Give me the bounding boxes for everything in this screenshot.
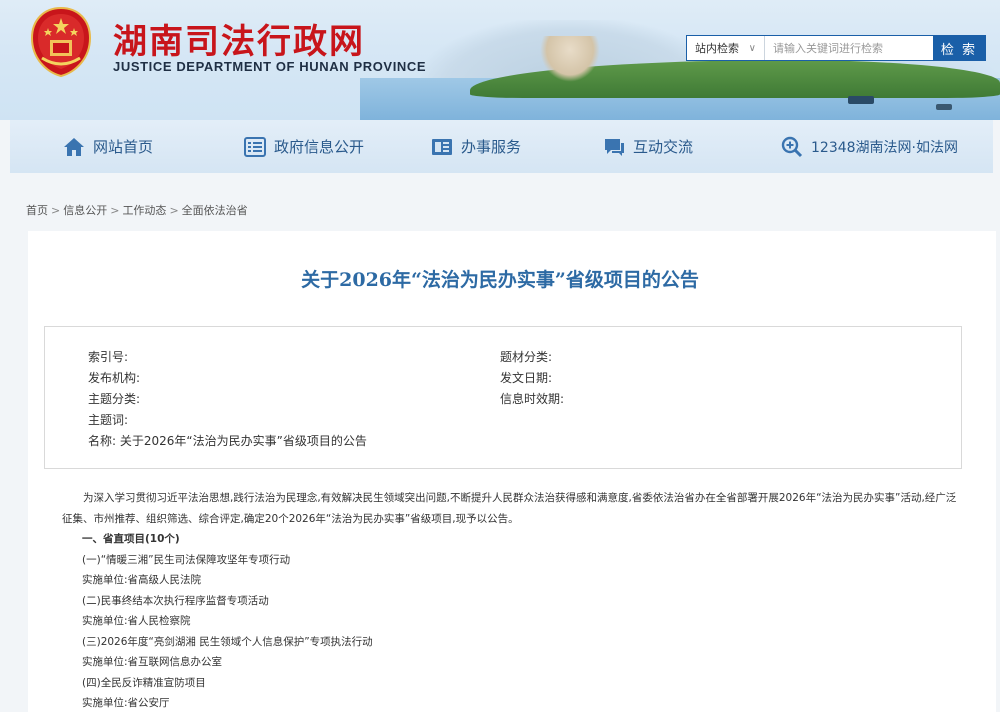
breadcrumb-work-news[interactable]: 工作动态: [122, 204, 166, 217]
breadcrumb-separator: >: [169, 204, 179, 217]
article-body: 为深入学习贯彻习近平法治思想,践行法治为民理念,有效解决民生领域突出问题,不断提…: [62, 488, 962, 712]
main-nav: 网站首页 政府信息公开 办事服务 互动交流 12348湖南法网·如法网: [10, 120, 993, 173]
search-scope-label: 站内检索: [695, 42, 739, 55]
site-subtitle: JUSTICE DEPARTMENT OF HUNAN PROVINCE: [113, 59, 427, 74]
banner-ship: [848, 96, 874, 104]
search-button[interactable]: 检 索: [933, 36, 985, 60]
nav-item-services[interactable]: 办事服务: [402, 120, 550, 173]
list-icon: [243, 136, 266, 157]
meta-validity: 信息时效期:: [500, 392, 565, 406]
breadcrumb-rule-of-law[interactable]: 全面依法治省: [182, 204, 248, 217]
book-icon: [431, 138, 452, 155]
breadcrumb-separator: >: [51, 204, 61, 217]
breadcrumb: 首页 > 信息公开 > 工作动态 > 全面依法治省: [26, 202, 248, 218]
nav-item-gov-info[interactable]: 政府信息公开: [206, 120, 402, 173]
breadcrumb-separator: >: [110, 204, 120, 217]
nav-item-label: 办事服务: [460, 138, 521, 156]
banner-ship: [936, 104, 952, 110]
nav-item-home[interactable]: 网站首页: [10, 120, 206, 173]
implementing-unit: 实施单位:省公安厅: [82, 697, 170, 709]
project-item: (一)“情暖三湘”民生司法保障攻坚年专项行动: [82, 553, 291, 566]
implementing-unit: 实施单位:省高级人民法院: [82, 574, 202, 586]
justice-emblem-logo[interactable]: [28, 6, 94, 78]
meta-keywords: 主题词:: [88, 413, 129, 427]
meta-topic-class: 主题分类:: [88, 392, 141, 406]
home-icon: [63, 137, 84, 156]
banner-statue: [540, 36, 600, 82]
project-item: (三)2026年度“亮剑湖湘 民生领域个人信息保护”专项执法行动: [82, 635, 373, 648]
nav-item-label: 互动交流: [632, 138, 693, 156]
chat-icon: [604, 138, 624, 156]
implementing-unit: 实施单位:省互联网信息办公室: [82, 656, 223, 668]
article-intro: 为深入学习贯彻习近平法治思想,践行法治为民理念,有效解决民生领域突出问题,不断提…: [62, 492, 957, 525]
meta-name-value: 关于2026年“法治为民办实事”省级项目的公告: [119, 434, 367, 448]
article-title: 关于2026年“法治为民办实事”省级项目的公告: [301, 269, 699, 291]
meta-index: 索引号:: [88, 350, 129, 364]
chevron-down-icon: ∨: [748, 42, 756, 54]
nav-item-interaction[interactable]: 互动交流: [550, 120, 746, 173]
nav-item-law-network[interactable]: 12348湖南法网·如法网: [746, 120, 993, 173]
search-input[interactable]: [765, 36, 933, 60]
site-title[interactable]: 湖南司法行政网: [113, 14, 365, 63]
search-plus-icon: [781, 136, 803, 157]
meta-publisher: 发布机构:: [88, 371, 141, 385]
section-heading: 一、省直项目(10个): [82, 533, 180, 545]
breadcrumb-info-public[interactable]: 信息公开: [63, 204, 107, 217]
project-item: (二)民事终结本次执行程序监督专项活动: [82, 594, 269, 607]
meta-name-label: 名称:: [88, 434, 117, 448]
nav-item-label: 12348湖南法网·如法网: [811, 139, 958, 156]
nav-item-label: 网站首页: [92, 138, 153, 156]
meta-issue-date: 发文日期:: [500, 371, 553, 385]
implementing-unit: 实施单位:省人民检察院: [82, 615, 191, 627]
nav-item-label: 政府信息公开: [273, 138, 364, 156]
project-item: (四)全民反诈精准宣防项目: [82, 676, 206, 689]
meta-name: 名称: 关于2026年“法治为民办实事”省级项目的公告: [88, 432, 367, 449]
search-scope-select[interactable]: 站内检索 ∨: [687, 36, 765, 60]
article-meta-box: 索引号: 题材分类: 发布机构: 发文日期: 主题分类: 信息时效期: 主题词:…: [44, 326, 962, 469]
site-search: 站内检索 ∨ 检 索: [686, 35, 986, 61]
breadcrumb-home[interactable]: 首页: [26, 204, 48, 217]
meta-subject-class: 题材分类:: [500, 350, 553, 364]
